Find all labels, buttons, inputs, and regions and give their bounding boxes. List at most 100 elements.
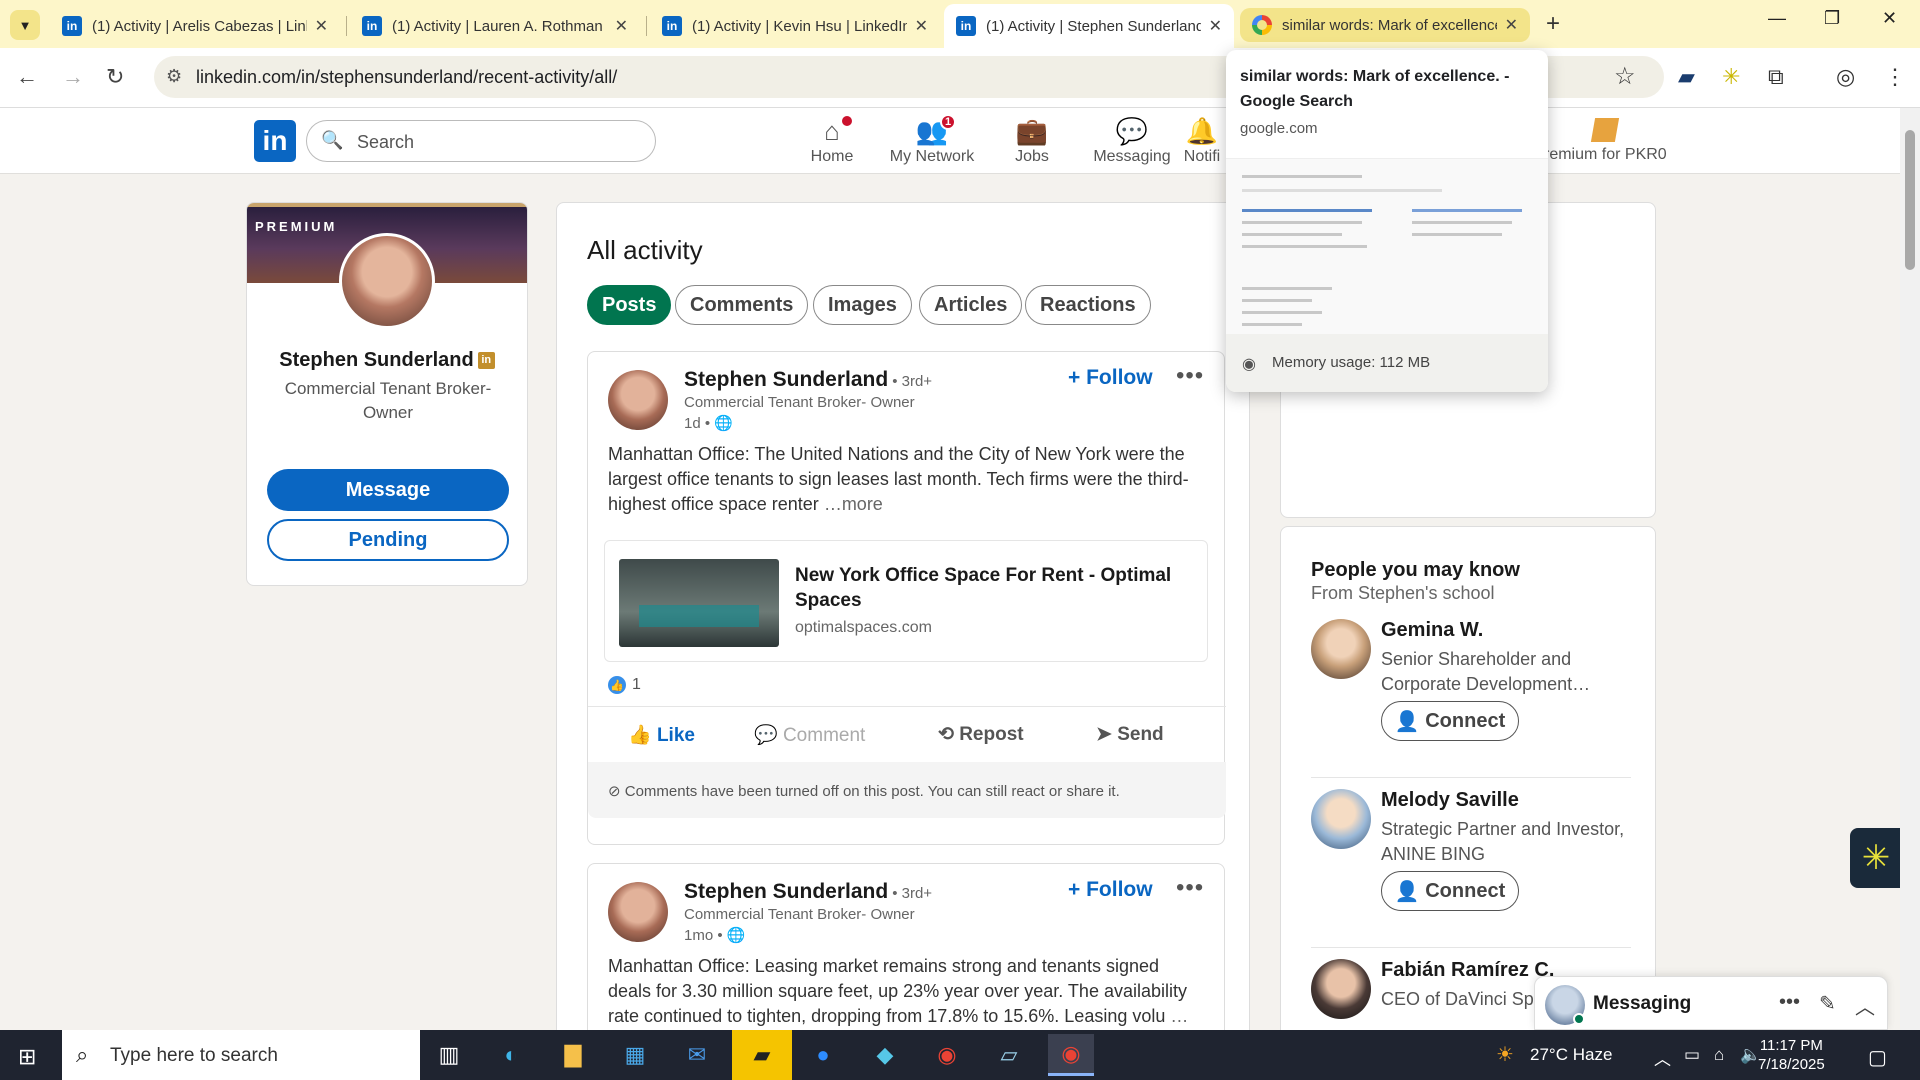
browser-tab-active[interactable]: in (1) Activity | Stephen Sunderland | L… — [944, 4, 1234, 48]
windows-taskbar: ⊞ ⌕ Type here to search ▥ ◐ ▇ ▦ ✉ ▰ ● ◆ … — [0, 1030, 1920, 1080]
filter-articles[interactable]: Articles — [919, 285, 1023, 325]
page-title: All activity — [587, 235, 703, 265]
filter-comments[interactable]: Comments — [675, 285, 809, 325]
chrome-icon[interactable]: ◉ — [924, 1038, 970, 1072]
more-options-icon[interactable]: ••• — [1176, 362, 1204, 390]
reload-icon[interactable]: ↻ — [106, 64, 124, 90]
post-author-avatar[interactable] — [608, 370, 668, 430]
page-scrollbar[interactable] — [1900, 108, 1920, 1030]
post-author-name[interactable]: Stephen Sunderland • 3rd+ — [684, 368, 932, 392]
close-icon[interactable]: ✕ — [1209, 16, 1222, 36]
hovercard-preview — [1226, 158, 1548, 334]
windows-start-icon[interactable]: ⊞ — [18, 1044, 36, 1070]
search-input[interactable] — [357, 131, 637, 153]
browser-tab-3[interactable]: in (1) Activity | Kevin Hsu | LinkedIn ✕ — [650, 6, 940, 46]
new-tab-button[interactable]: + — [1546, 10, 1560, 38]
pending-button[interactable]: Pending — [267, 519, 509, 561]
nav-jobs[interactable]: 💼 Jobs — [982, 116, 1082, 172]
like-button[interactable]: 👍 Like — [628, 723, 695, 747]
system-clock[interactable]: 11:17 PM 7/18/2025 — [1758, 1036, 1825, 1074]
more-options-icon[interactable]: ••• — [1176, 874, 1204, 902]
site-info-icon[interactable]: ⚙ — [166, 66, 182, 87]
nav-home[interactable]: ⌂ Home — [782, 114, 882, 172]
scrollbar-thumb[interactable] — [1905, 130, 1915, 270]
message-button[interactable]: Message — [267, 469, 509, 511]
filter-images[interactable]: Images — [813, 285, 912, 325]
person-name[interactable]: Gemina W. — [1381, 619, 1483, 642]
chevron-up-icon[interactable]: ︿ — [1855, 991, 1875, 1020]
browser-menu-icon[interactable]: ⋮ — [1884, 64, 1906, 90]
extension-folder-icon[interactable]: ▰ — [1678, 64, 1695, 90]
sparkle-widget-icon[interactable]: ✳ — [1850, 828, 1902, 888]
sticky-notes-icon[interactable]: ▰ — [732, 1030, 792, 1080]
compose-icon[interactable]: ✎ — [1819, 991, 1836, 1016]
post-author-name[interactable]: Stephen Sunderland • 3rd+ — [684, 880, 932, 904]
tab-separator — [346, 16, 347, 36]
zoom-icon[interactable]: ● — [800, 1038, 846, 1072]
chrome-active-icon[interactable]: ◉ — [1048, 1034, 1094, 1076]
nav-messaging[interactable]: 💬 Messaging — [1082, 116, 1182, 172]
follow-button[interactable]: + Follow — [1068, 878, 1153, 902]
taskbar-search[interactable]: ⌕ Type here to search — [62, 1030, 420, 1080]
file-explorer-icon[interactable]: ▇ — [550, 1038, 596, 1072]
close-icon[interactable]: ✕ — [915, 16, 928, 36]
profile-icon[interactable]: ◎ — [1836, 64, 1855, 90]
nav-premium[interactable]: remium for PKR0 — [1544, 118, 1667, 164]
browser-tab-2[interactable]: in (1) Activity | Lauren A. Rothman | Li… — [350, 6, 640, 46]
person-name[interactable]: Melody Saville — [1381, 789, 1519, 812]
network-icon[interactable]: ⌂ — [1714, 1045, 1724, 1065]
see-more-link[interactable]: …more — [824, 494, 883, 514]
weather-icon[interactable]: ☀ — [1496, 1042, 1514, 1067]
tab-search-button[interactable]: ▼ — [10, 10, 40, 40]
nav-notifications[interactable]: 🔔 Notifi — [1172, 116, 1232, 172]
back-arrow-icon[interactable]: ← — [16, 64, 38, 90]
online-status-dot — [1573, 1013, 1585, 1025]
person-avatar[interactable] — [1311, 959, 1371, 1019]
profile-name[interactable]: Stephen Sunderland in — [247, 349, 527, 372]
bookmark-star-icon[interactable]: ☆ — [1614, 62, 1636, 91]
mail-icon[interactable]: ✉ — [674, 1038, 720, 1072]
connect-button[interactable]: 👤 Connect — [1381, 871, 1519, 911]
browser-tab-1[interactable]: in (1) Activity | Arelis Cabezas | Linke… — [50, 6, 340, 46]
app-notes-icon[interactable]: ▱ — [986, 1038, 1032, 1072]
more-options-icon[interactable]: ••• — [1779, 991, 1800, 1014]
battery-icon[interactable]: ▭ — [1684, 1045, 1700, 1065]
follow-button[interactable]: + Follow — [1068, 366, 1153, 390]
reaction-count[interactable]: 👍 1 — [608, 676, 641, 694]
person-name[interactable]: Fabián Ramírez C. — [1381, 959, 1554, 982]
globe-icon: 🌐 — [714, 415, 733, 432]
link-preview-card[interactable]: New York Office Space For Rent - Optimal… — [604, 540, 1208, 662]
edge-icon[interactable]: ◐ — [488, 1038, 534, 1072]
person-avatar[interactable] — [1311, 789, 1371, 849]
send-button[interactable]: ➤ Send — [1096, 723, 1164, 746]
close-icon[interactable]: ✕ — [315, 16, 328, 36]
app-diamond-icon[interactable]: ◆ — [862, 1038, 908, 1072]
weather-text[interactable]: 27°C Haze — [1530, 1045, 1612, 1065]
minimize-icon[interactable]: — — [1768, 8, 1786, 29]
close-icon[interactable]: ✕ — [615, 16, 628, 36]
linkedin-logo[interactable]: in — [254, 120, 296, 162]
chevron-up-icon[interactable]: ︿ — [1654, 1045, 1671, 1070]
repost-button[interactable]: ⟲ Repost — [938, 723, 1024, 746]
extension-sparkle-icon[interactable]: ✳ — [1722, 64, 1740, 90]
browser-tab-google[interactable]: similar words: Mark of excellence. - Goo… — [1240, 8, 1530, 42]
restore-icon[interactable]: ❐ — [1824, 8, 1840, 29]
profile-avatar[interactable] — [339, 233, 435, 329]
connect-button[interactable]: 👤 Connect — [1381, 701, 1519, 741]
extensions-puzzle-icon[interactable]: ⧉ — [1768, 64, 1784, 90]
nav-my-network[interactable]: 👥 1 My Network — [882, 114, 982, 172]
person-avatar[interactable] — [1311, 619, 1371, 679]
search-box[interactable]: 🔍 — [306, 120, 656, 162]
messaging-overlay[interactable]: Messaging ••• ✎ ︿ — [1534, 976, 1888, 1030]
post-timestamp: 1mo • 🌐 — [684, 927, 746, 944]
filter-posts[interactable]: Posts — [587, 285, 672, 325]
post-author-avatar[interactable] — [608, 882, 668, 942]
notification-center-icon[interactable]: ▢ — [1868, 1045, 1887, 1070]
close-icon[interactable]: ✕ — [1505, 15, 1518, 35]
window-close-icon[interactable]: ✕ — [1882, 8, 1897, 29]
filter-reactions[interactable]: Reactions — [1025, 285, 1151, 325]
task-view-icon[interactable]: ▥ — [426, 1038, 472, 1072]
forward-arrow-icon[interactable]: → — [62, 64, 84, 90]
store-icon[interactable]: ▦ — [612, 1038, 658, 1072]
notification-dot — [840, 114, 854, 128]
